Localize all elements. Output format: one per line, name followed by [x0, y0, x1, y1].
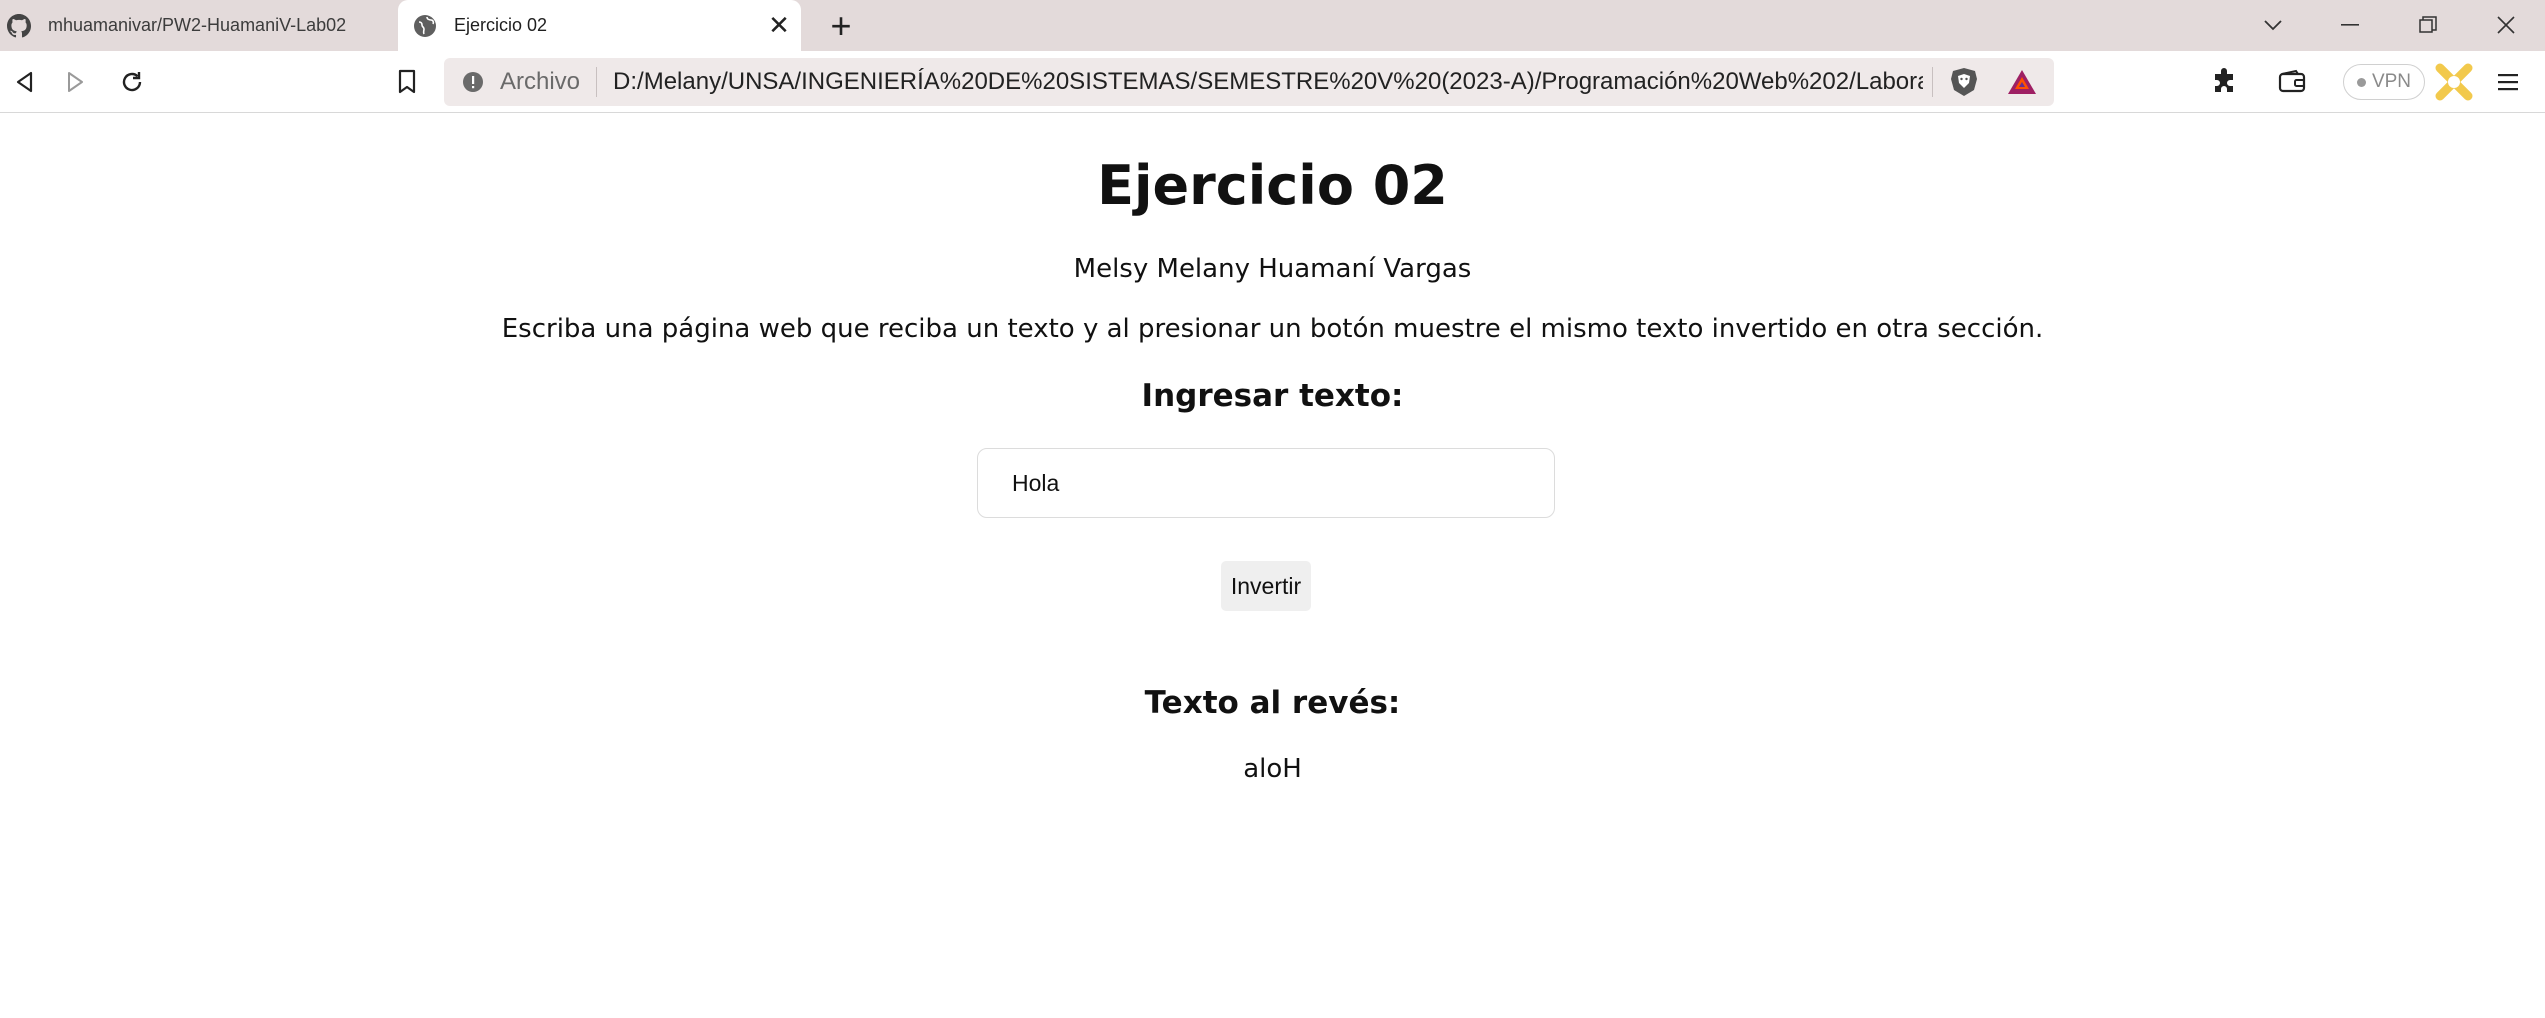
restore-icon[interactable]	[2408, 6, 2448, 44]
author-name: Melsy Melany Huamaní Vargas	[1073, 254, 1472, 284]
menu-icon[interactable]	[2488, 62, 2528, 102]
close-window-icon[interactable]	[2486, 6, 2526, 44]
minimize-icon[interactable]	[2330, 6, 2370, 44]
divider	[1932, 67, 1933, 97]
text-input[interactable]	[977, 448, 1555, 518]
invert-button[interactable]: Invertir	[1221, 561, 1311, 611]
bookmark-icon[interactable]	[387, 62, 427, 102]
vpn-button[interactable]: VPN	[2343, 64, 2425, 100]
reversed-text: aloH	[1243, 754, 1302, 784]
web-page: Ejercicio 02 Melsy Melany Huamaní Vargas…	[0, 114, 2545, 1018]
profile-avatar-icon[interactable]	[2434, 62, 2474, 102]
result-heading: Texto al revés:	[1144, 685, 1401, 721]
exercise-description: Escriba una página web que reciba un tex…	[501, 314, 2044, 344]
github-icon	[6, 13, 32, 39]
tab-github-repo[interactable]: mhuamanivar/PW2-HuamaniV-Lab02	[0, 0, 395, 51]
scheme-label: Archivo	[500, 68, 581, 95]
divider	[596, 67, 598, 97]
back-icon[interactable]	[4, 62, 44, 102]
vpn-status-icon	[2356, 77, 2366, 87]
brave-shields-icon[interactable]	[1946, 64, 1982, 100]
tab-strip: mhuamanivar/PW2-HuamaniV-Lab02 Ejercicio…	[0, 0, 2545, 51]
address-bar[interactable]: Archivo D:/Melany/UNSA/INGENIERÍA%20DE%2…	[444, 58, 2054, 106]
globe-icon	[412, 13, 438, 39]
tab-ejercicio-02[interactable]: Ejercicio 02 ✕	[398, 0, 801, 51]
url-text[interactable]: D:/Melany/UNSA/INGENIERÍA%20DE%20SISTEMA…	[613, 68, 1923, 96]
page-title: Ejercicio 02	[1097, 154, 1448, 217]
close-tab-icon[interactable]: ✕	[765, 10, 793, 40]
reload-icon[interactable]	[112, 62, 152, 102]
tab-search-chevron-icon[interactable]	[2253, 6, 2293, 44]
tab-title: mhuamanivar/PW2-HuamaniV-Lab02	[48, 15, 347, 35]
site-info-icon[interactable]	[460, 69, 486, 95]
new-tab-button[interactable]: +	[823, 5, 859, 46]
wallet-icon[interactable]	[2272, 62, 2312, 102]
extensions-icon[interactable]	[2204, 62, 2244, 102]
vpn-label: VPN	[2371, 71, 2412, 92]
brave-rewards-icon[interactable]	[2004, 64, 2040, 100]
tab-title: Ejercicio 02	[454, 15, 548, 35]
input-heading: Ingresar texto:	[1141, 378, 1404, 414]
forward-icon[interactable]	[56, 62, 96, 102]
